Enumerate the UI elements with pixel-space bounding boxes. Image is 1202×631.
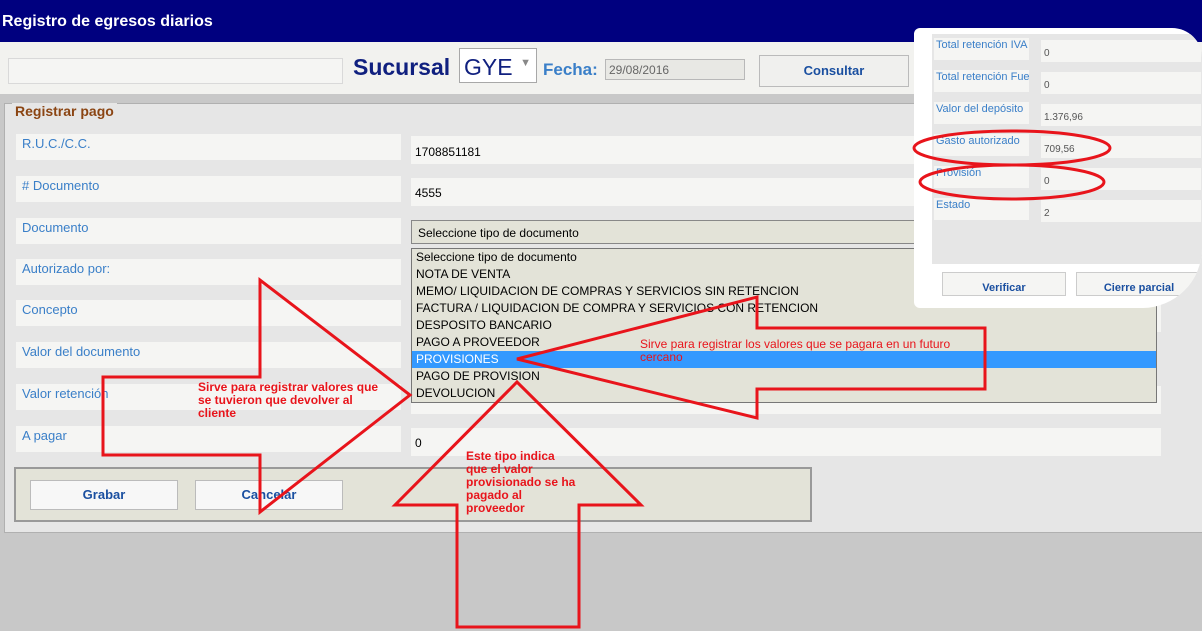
fecha-input[interactable]: 29/08/2016 [605,59,745,80]
provision-value[interactable]: 0 [1041,168,1201,190]
dropdown-option[interactable]: DEVOLUCION [412,385,1156,402]
window-title: Registro de egresos diarios [2,13,213,30]
gasto-autorizado-label: Gasto autorizado [934,134,1029,156]
documento-label: Documento [16,218,401,244]
gasto-autorizado-value[interactable]: 709,56 [1041,136,1201,158]
chevron-down-icon: ▼ [520,57,531,69]
summary-popup: Total retención IVA 0 Total retención Fu… [914,28,1202,308]
a-pagar-label: A pagar [16,426,401,452]
documento-select[interactable]: Seleccione tipo de documento [411,220,931,244]
sucursal-value: GYE [464,54,513,80]
total-retencion-iva-label: Total retención IVA [934,38,1029,60]
devolucion-annotation: Sirve para registrar valores que se tuvi… [198,380,379,420]
header-empty-field [8,58,343,84]
provisiones-annotation: Sirve para registrar los valores que se … [640,337,951,364]
grabar-button[interactable]: Grabar [30,480,178,510]
cancelar-button[interactable]: Cancelar [195,480,343,510]
dropdown-option[interactable]: PAGO DE PROVISION [412,368,1156,385]
verificar-button[interactable]: Verificar [942,272,1066,296]
cierre-parcial-button[interactable]: Cierre parcial [1076,272,1202,296]
consultar-button[interactable]: Consultar [759,55,909,87]
sucursal-label: Sucursal [353,54,451,80]
total-retencion-iva-value[interactable]: 0 [1041,40,1201,62]
valor-deposito-label: Valor del depósito [934,102,1029,124]
group-legend: Registrar pago [12,103,117,119]
fecha-label: Fecha: [543,60,598,79]
ruc-label: R.U.C./C.C. [16,134,401,160]
pago-provision-annotation: Este tipo indica que el valor provisiona… [466,449,576,515]
estado-value[interactable]: 2 [1041,200,1201,222]
documento-num-label: # Documento [16,176,401,202]
total-retencion-fuente-value[interactable]: 0 [1041,72,1201,94]
valor-documento-label: Valor del documento [16,342,401,368]
autorizado-label: Autorizado por: [16,259,401,285]
sucursal-select[interactable]: GYE ▼ [459,48,537,83]
total-retencion-fuente-label: Total retención Fuen [934,70,1029,92]
provision-label: Provisión [934,166,1029,188]
concepto-label: Concepto [16,300,401,326]
estado-label: Estado [934,198,1029,220]
dropdown-option[interactable]: DESPOSITO BANCARIO [412,317,1156,334]
valor-deposito-value[interactable]: 1.376,96 [1041,104,1201,126]
